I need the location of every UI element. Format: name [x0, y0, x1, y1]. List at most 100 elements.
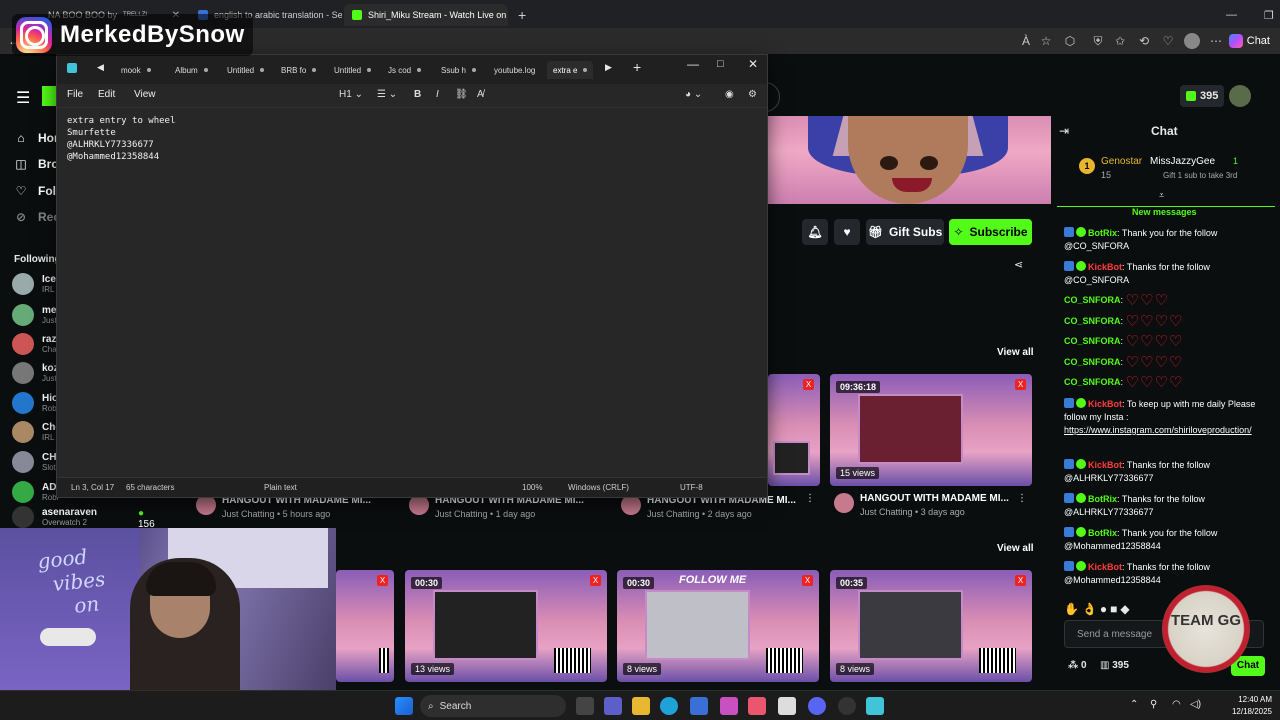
chat-username[interactable]: CO_SNFORA: [1064, 316, 1121, 326]
task-view-icon[interactable]: [576, 697, 594, 715]
scroll-right-icon[interactable]: ▶: [605, 62, 612, 73]
app-icon[interactable]: [720, 697, 738, 715]
close-icon[interactable]: ✕: [748, 57, 758, 71]
copilot-chat-button[interactable]: Chat: [1228, 32, 1270, 50]
video-thumbnail[interactable]: X: [336, 570, 394, 682]
more-options-icon[interactable]: ⋮: [1017, 493, 1027, 504]
notepad-text-area[interactable]: extra entry to wheel Smurfette @ALHRKLY7…: [67, 115, 175, 163]
following-item[interactable]: koz Just: [12, 362, 59, 384]
video-thumbnail[interactable]: 09:36:18 15 views X: [830, 374, 1032, 486]
notepad-tab[interactable]: Album: [175, 61, 208, 79]
chat-username[interactable]: CO_SNFORA: [1064, 336, 1121, 346]
notepad-tab[interactable]: BRB fo: [281, 61, 317, 79]
notepad-tab[interactable]: mook: [121, 61, 151, 79]
minimize-icon[interactable]: —: [1218, 4, 1245, 26]
notepad-tab[interactable]: Untitled: [227, 61, 265, 79]
subscribe-button[interactable]: ✧ Subscribe: [949, 219, 1032, 245]
video-meta[interactable]: HANGOUT WITH MADAME MI... Just Chatting •…: [621, 495, 796, 519]
chat-username[interactable]: CO_SNFORA: [1064, 295, 1121, 305]
chat-username[interactable]: KickBot: [1088, 460, 1122, 470]
view-all-link[interactable]: View all: [997, 347, 1034, 358]
italic-icon[interactable]: I: [436, 89, 439, 100]
video-meta[interactable]: HANGOUT WITH MADAME MI... Just Chatting •…: [409, 495, 584, 519]
chat-username[interactable]: KickBot: [1088, 562, 1122, 572]
close-icon[interactable]: X: [802, 575, 813, 586]
shield-icon[interactable]: ⛨: [1090, 33, 1106, 49]
video-meta[interactable]: HANGOUT WITH MADAME MI... Just Chatting •…: [834, 493, 1009, 517]
chat-link[interactable]: https://www.instagram.com/shiriloveprodu…: [1064, 424, 1264, 437]
notepad-taskbar-icon[interactable]: [866, 697, 884, 715]
notification-bell-button[interactable]: 🔔︎: [802, 219, 828, 245]
following-item[interactable]: mes Just: [12, 304, 62, 326]
filter-icon[interactable]: ⩡: [1159, 190, 1164, 201]
more-options-icon[interactable]: ⋮: [805, 493, 815, 504]
chat-username[interactable]: BotRix: [1088, 228, 1117, 238]
zoom-level[interactable]: 100%: [522, 483, 542, 492]
video-thumbnail[interactable]: 00:30 13 views X: [405, 570, 607, 682]
notepad-tab[interactable]: Js cod: [388, 61, 422, 79]
tray-chevron-icon[interactable]: ⌃: [1130, 699, 1138, 710]
chat-username[interactable]: CO_SNFORA: [1064, 357, 1121, 367]
user-avatar[interactable]: [1229, 85, 1251, 107]
share-icon[interactable]: ⋖: [1014, 258, 1023, 271]
minimize-icon[interactable]: —: [687, 57, 699, 71]
chat-username[interactable]: KickBot: [1088, 399, 1122, 409]
video-meta[interactable]: HANGOUT WITH MADAME MI... Just Chatting •…: [196, 495, 371, 519]
new-tab-icon[interactable]: +: [633, 59, 641, 75]
teams-icon[interactable]: [604, 697, 622, 715]
star-icon[interactable]: ☆: [1038, 33, 1054, 49]
profile-icon[interactable]: [1184, 33, 1200, 49]
menu-icon[interactable]: ☰: [16, 88, 30, 108]
list-icon[interactable]: ☰ ⌄: [377, 89, 397, 100]
following-item[interactable]: Cho IRL: [12, 421, 61, 443]
clock[interactable]: 12:40 AM 12/18/2025: [1232, 694, 1272, 718]
notepad-tab[interactable]: extra e: [547, 61, 594, 79]
scroll-left-icon[interactable]: ◀: [97, 62, 104, 73]
start-icon[interactable]: [395, 697, 413, 715]
collapse-chat-icon[interactable]: ⇥: [1059, 124, 1069, 138]
discord-icon[interactable]: [808, 697, 826, 715]
menu-view[interactable]: View: [134, 89, 156, 100]
video-thumbnail[interactable]: X: [768, 374, 820, 486]
encoding[interactable]: UTF-8: [680, 483, 703, 492]
close-icon[interactable]: X: [590, 575, 601, 586]
nav-following[interactable]: ♡ Foll: [14, 184, 60, 198]
history-icon[interactable]: ⟲: [1136, 33, 1152, 49]
close-icon[interactable]: X: [803, 379, 814, 390]
chat-username[interactable]: BotRix: [1088, 494, 1117, 504]
obs-icon[interactable]: [838, 697, 856, 715]
clear-format-icon[interactable]: A̸: [477, 89, 484, 100]
favorites-icon[interactable]: ✩: [1112, 33, 1128, 49]
store-icon[interactable]: [690, 697, 708, 715]
following-item[interactable]: Ice IRL: [12, 273, 56, 295]
menu-file[interactable]: File: [67, 89, 83, 100]
network-icon[interactable]: ⚲: [1150, 699, 1157, 710]
extension-icon[interactable]: ⬡: [1062, 33, 1078, 49]
link-icon[interactable]: ⛓: [455, 89, 468, 100]
maximize-icon[interactable]: □: [717, 58, 724, 70]
video-thumbnail[interactable]: 00:30 FOLLOW ME 8 views X: [617, 570, 819, 682]
kick-coins[interactable]: 395: [1180, 85, 1225, 107]
restore-icon[interactable]: ❐: [1256, 4, 1280, 26]
edge-icon[interactable]: [660, 697, 678, 715]
copilot-icon[interactable]: ◕ ⌄: [685, 89, 702, 100]
notepad-tab[interactable]: Ssub h: [441, 61, 476, 79]
close-icon[interactable]: X: [377, 575, 388, 586]
file-explorer-icon[interactable]: [632, 697, 650, 715]
nav-recommended[interactable]: ⊘ Rec: [14, 210, 60, 224]
notepad-tab[interactable]: Untitled: [334, 61, 372, 79]
following-item[interactable]: asenaraven Overwatch 2 ● 156: [12, 506, 155, 530]
line-ending[interactable]: Windows (CRLF): [568, 483, 629, 492]
bold-icon[interactable]: B: [414, 89, 421, 100]
gift-subs-button[interactable]: 🎁︎ Gift Subs: [866, 219, 944, 245]
close-icon[interactable]: X: [1015, 575, 1026, 586]
settings-gear-icon[interactable]: ⚙: [748, 89, 757, 100]
video-thumbnail[interactable]: 00:35 8 views X: [830, 570, 1032, 682]
view-all-link[interactable]: View all: [997, 543, 1034, 554]
volume-icon[interactable]: ◁): [1190, 699, 1201, 710]
chat-username[interactable]: CO_SNFORA: [1064, 377, 1121, 387]
chat-username[interactable]: BotRix: [1088, 528, 1117, 538]
heart-icon[interactable]: ♡: [1160, 33, 1176, 49]
taskbar-search[interactable]: ⌕ Search: [420, 695, 566, 717]
menu-edit[interactable]: Edit: [98, 89, 115, 100]
